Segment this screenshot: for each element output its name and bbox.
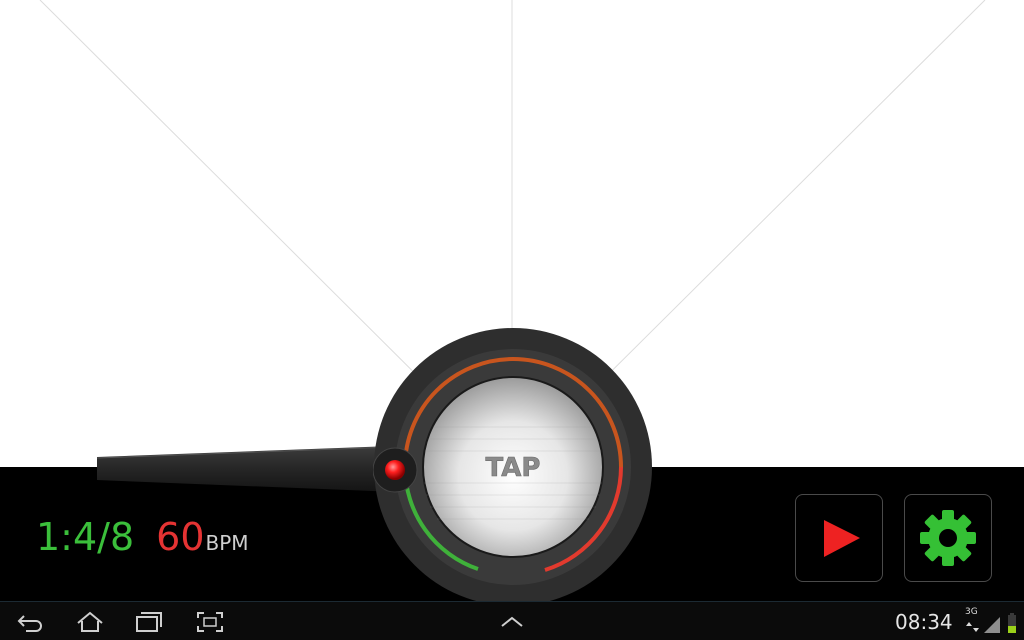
signal-strength-icon <box>984 617 1000 633</box>
tap-button[interactable]: TAP <box>422 376 604 558</box>
chevron-up-icon[interactable] <box>497 610 527 634</box>
screenshot-icon[interactable] <box>195 610 225 634</box>
back-icon[interactable] <box>16 610 46 634</box>
battery-icon <box>1008 613 1016 633</box>
recent-apps-icon[interactable] <box>134 610 164 634</box>
settings-button[interactable] <box>904 494 992 582</box>
system-navigation-bar: 08:34 3G <box>0 601 1024 640</box>
time-signature-display[interactable]: 1:4/8 <box>36 515 134 559</box>
tap-label: TAP <box>486 453 541 483</box>
status-icons <box>966 613 1016 633</box>
tempo-unit-label: BPM <box>205 531 249 555</box>
data-arrows-icon <box>966 622 979 632</box>
tempo-value[interactable]: 60 <box>156 515 204 559</box>
status-clock: 08:34 <box>895 610 953 634</box>
beat-indicator-led <box>373 447 418 493</box>
metronome-app: 1:4/8 60 BPM TAP 08:34 3G <box>0 0 1024 640</box>
home-icon[interactable] <box>75 610 105 634</box>
play-button[interactable] <box>795 494 883 582</box>
gear-icon <box>920 510 976 566</box>
tap-dial: TAP <box>373 328 652 606</box>
tempo-readout: 1:4/8 60 BPM <box>36 515 249 565</box>
play-icon <box>824 520 860 557</box>
